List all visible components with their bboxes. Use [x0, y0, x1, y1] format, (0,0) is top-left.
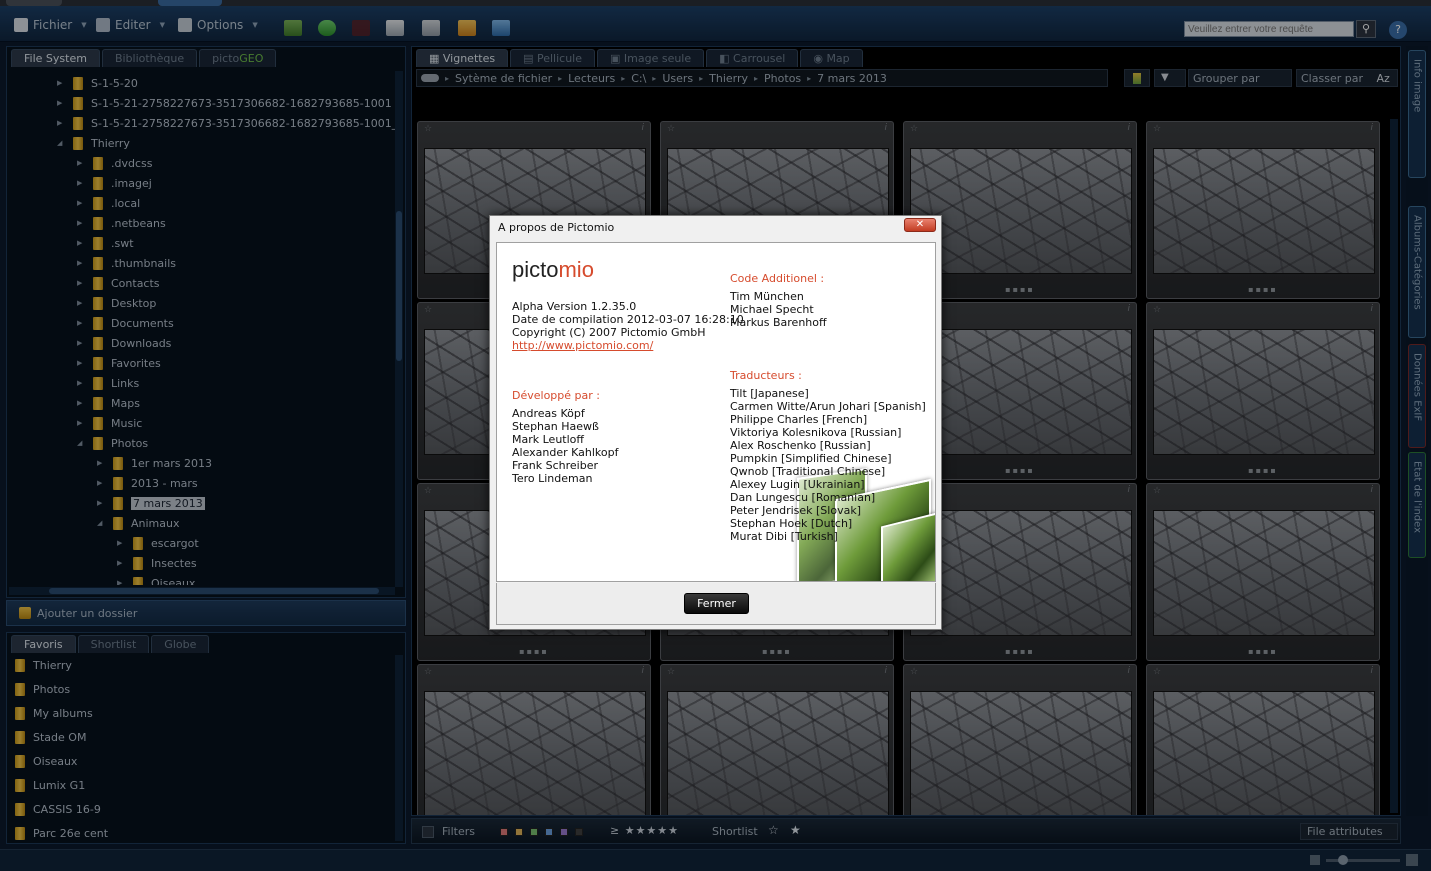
dialog-footer: Fermer	[496, 583, 936, 625]
close-dialog-button[interactable]: Fermer	[684, 593, 749, 614]
translator-name: Pumpkin [Simplified Chinese]	[730, 452, 892, 465]
translator-name: Qwnob [Traditional Chinese]	[730, 465, 886, 478]
close-icon: ✕	[915, 219, 925, 230]
translator-name: Tilt [Japanese]	[730, 387, 809, 400]
dialog-close-button[interactable]: ✕	[904, 218, 936, 232]
translators-list: Tilt [Japanese] Carmen Witte/Arun Johari …	[497, 243, 935, 581]
dialog-title: A propos de Pictomio	[498, 221, 615, 234]
translator-name: Dan Lungescu [Romanian]	[730, 491, 876, 504]
translator-name: Philippe Charles [French]	[730, 413, 868, 426]
translator-name: Viktoriya Kolesnikova [Russian]	[730, 426, 902, 439]
translator-name: Alexey Lugin [Ukrainian]	[730, 478, 865, 491]
about-dialog: A propos de Pictomio ✕ pictomio Alpha Ve…	[489, 215, 942, 630]
translator-name: Stephan Hoek [Dutch]	[730, 517, 853, 530]
translator-name: Peter Jendrisek [Slovak]	[730, 504, 861, 517]
translator-name: Alex Roschenko [Russian]	[730, 439, 871, 452]
translator-name: Carmen Witte/Arun Johari [Spanish]	[730, 400, 926, 413]
translator-name: Murat Dibi [Turkish]	[730, 530, 838, 543]
dialog-body: pictomio Alpha Version 1.2.35.0 Date de …	[496, 242, 936, 582]
